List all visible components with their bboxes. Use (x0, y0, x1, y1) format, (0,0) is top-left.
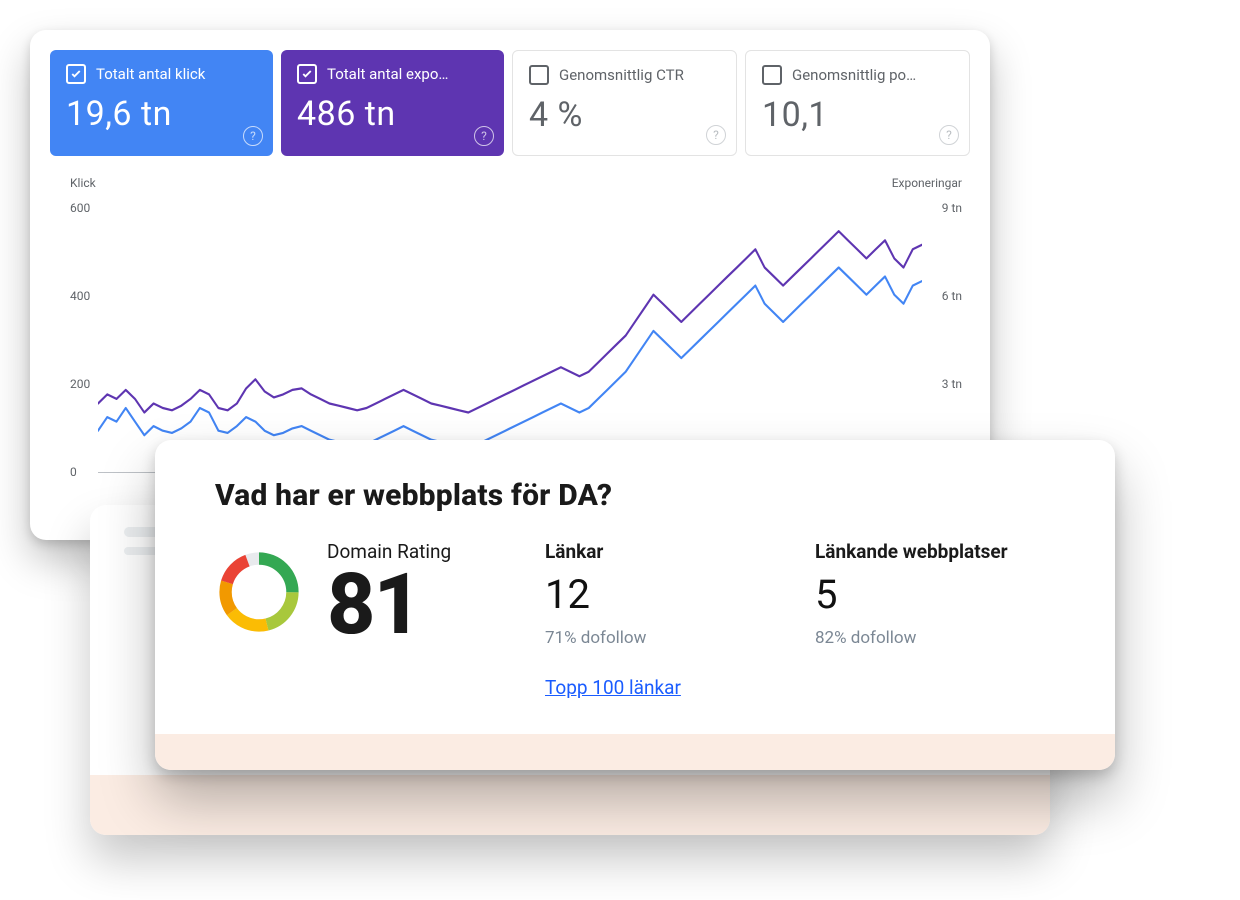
domain-rating-gauge-icon (215, 548, 303, 636)
right-axis-title: Exponeringar (892, 176, 962, 190)
checkbox-checked-icon (297, 64, 317, 84)
tile-label: Totalt antal klick (96, 65, 205, 83)
tile-label: Genomsnittlig CTR (559, 66, 684, 84)
y-right-tick: 3 tn (942, 377, 962, 391)
tile-clicks[interactable]: Totalt antal klick 19,6 tn ? (50, 50, 273, 156)
help-icon[interactable]: ? (706, 125, 726, 145)
domain-authority-card: Vad har er webbplats för DA? Domain Rati… (155, 440, 1115, 770)
y-right-tick: 9 tn (942, 201, 962, 215)
tile-value: 10,1 (762, 95, 953, 135)
y-right-tick: 6 tn (942, 289, 962, 303)
linking-value: 5 (815, 571, 1075, 618)
tile-value: 486 tn (297, 94, 488, 134)
tile-position[interactable]: Genomsnittlig po… 10,1 ? (745, 50, 970, 156)
domain-rating-block: Domain Rating 81 (215, 540, 535, 645)
links-sub: 71% dofollow (545, 628, 805, 648)
domain-rating-value: 81 (327, 565, 451, 645)
y-left-tick: 200 (70, 377, 90, 391)
linking-label: Länkande webbplatser (815, 540, 1075, 563)
y-left-tick: 400 (70, 289, 90, 303)
tile-impressions[interactable]: Totalt antal expo… 486 tn ? (281, 50, 504, 156)
checkbox-unchecked-icon (762, 65, 782, 85)
linking-sites-column: Länkande webbplatser 5 82% dofollow (815, 540, 1075, 648)
y-left-tick: 0 (70, 465, 77, 479)
tile-ctr[interactable]: Genomsnittlig CTR 4 % ? (512, 50, 737, 156)
links-label: Länkar (545, 540, 805, 563)
tile-value: 4 % (529, 95, 720, 135)
y-left-tick: 600 (70, 201, 90, 215)
tile-value: 19,6 tn (66, 94, 257, 134)
links-column: Länkar 12 71% dofollow Topp 100 länkar (545, 540, 805, 699)
tile-label: Genomsnittlig po… (792, 66, 916, 84)
help-icon[interactable]: ? (474, 126, 494, 146)
help-icon[interactable]: ? (243, 126, 263, 146)
checkbox-checked-icon (66, 64, 86, 84)
links-value: 12 (545, 571, 805, 618)
top-100-links-link[interactable]: Topp 100 länkar (545, 676, 681, 699)
metric-tiles-row: Totalt antal klick 19,6 tn ? Totalt anta… (30, 30, 990, 156)
linking-sub: 82% dofollow (815, 628, 1075, 648)
checkbox-unchecked-icon (529, 65, 549, 85)
card-footer-decoration (90, 775, 1050, 835)
chart-svg (98, 204, 922, 476)
tile-label: Totalt antal expo… (327, 65, 448, 83)
da-title: Vad har er webbplats för DA? (215, 478, 612, 513)
card-footer-decoration (155, 734, 1115, 770)
help-icon[interactable]: ? (939, 125, 959, 145)
left-axis-title: Klick (70, 176, 96, 190)
